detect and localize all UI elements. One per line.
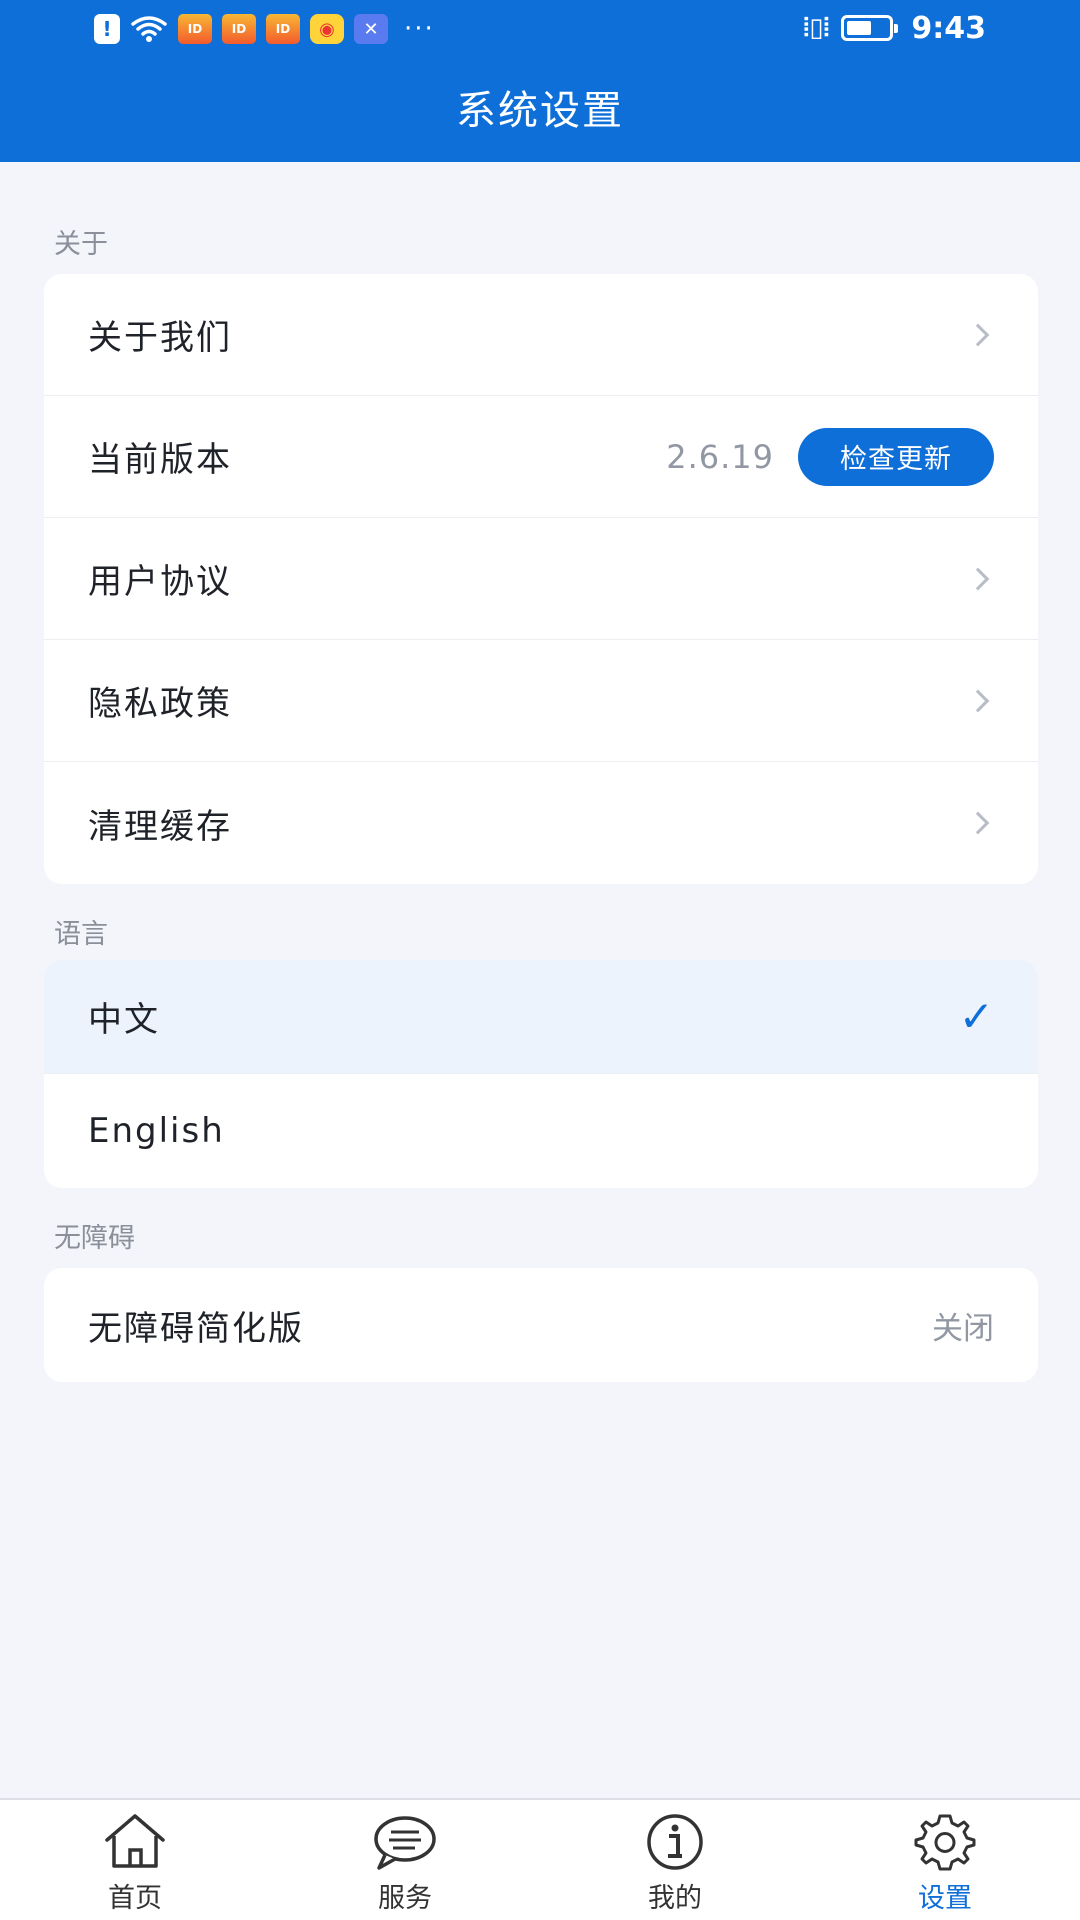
chevron-right-icon bbox=[966, 689, 990, 712]
section-label-about: 关于 bbox=[54, 229, 108, 260]
clear-cache-row[interactable]: 清理缓存 bbox=[44, 762, 1038, 884]
info-icon bbox=[647, 1814, 703, 1870]
row-label: 关于我们 bbox=[88, 318, 232, 358]
battery-level bbox=[847, 21, 872, 35]
version-value: 2.6.19 bbox=[666, 437, 774, 476]
status-bar: ! ID ID ID ◉ ✕ ··· ⦙▯⦙ 9:43 bbox=[0, 0, 1080, 58]
check-update-button[interactable]: 检查更新 bbox=[798, 427, 994, 486]
accessibility-card: 无障碍简化版 关闭 bbox=[44, 1268, 1038, 1382]
language-option-chinese[interactable]: 中文 ✓ bbox=[44, 960, 1038, 1074]
row-label: 中文 bbox=[88, 1000, 160, 1040]
chevron-right-icon bbox=[966, 811, 990, 835]
privacy-policy-row[interactable]: 隐私政策 bbox=[44, 640, 1038, 762]
row-label: 用户协议 bbox=[88, 562, 232, 602]
vibrate-icon: ⦙▯⦙ bbox=[803, 12, 830, 43]
checkmark-icon: ✓ bbox=[958, 992, 994, 1041]
weibo-icon: ◉ bbox=[310, 14, 344, 44]
bottom-nav: 首页 服务 我的 设置 bbox=[0, 1798, 1080, 1920]
app-icon: ID bbox=[266, 14, 300, 44]
language-card: 中文 ✓ English bbox=[44, 960, 1038, 1188]
clock: 9:43 bbox=[911, 10, 986, 46]
x-app-icon: ✕ bbox=[354, 14, 388, 44]
section-label-language: 语言 bbox=[54, 919, 108, 950]
notification-icons: ! ID ID ID ◉ ✕ ··· bbox=[94, 12, 435, 46]
gear-icon bbox=[914, 1814, 976, 1871]
accessibility-status: 关闭 bbox=[932, 1310, 994, 1347]
user-agreement-row[interactable]: 用户协议 bbox=[44, 518, 1038, 640]
language-option-english[interactable]: English bbox=[44, 1074, 1038, 1188]
nav-label: 我的 bbox=[648, 1883, 702, 1914]
nav-item-home[interactable]: 首页 bbox=[0, 1800, 270, 1920]
app-icon: ID bbox=[178, 14, 212, 44]
row-label: 隐私政策 bbox=[88, 684, 232, 724]
about-card: 关于我们 当前版本 2.6.19 检查更新 用户协议 隐私政策 清理缓存 bbox=[44, 274, 1038, 884]
chat-icon bbox=[374, 1816, 436, 1870]
nav-label: 服务 bbox=[378, 1883, 432, 1914]
nav-label: 首页 bbox=[108, 1883, 162, 1914]
battery-icon bbox=[841, 15, 899, 41]
page-title: 系统设置 bbox=[456, 88, 624, 134]
more-dots-icon: ··· bbox=[404, 14, 435, 44]
chevron-right-icon bbox=[966, 323, 990, 346]
nav-item-mine[interactable]: 我的 bbox=[540, 1800, 810, 1920]
chevron-right-icon bbox=[966, 567, 990, 590]
home-icon bbox=[105, 1814, 165, 1868]
row-label: 无障碍简化版 bbox=[88, 1308, 304, 1349]
top-bar: ! ID ID ID ◉ ✕ ··· ⦙▯⦙ 9:43 系统设置 bbox=[0, 0, 1080, 162]
nav-item-service[interactable]: 服务 bbox=[270, 1800, 540, 1920]
current-version-row: 当前版本 2.6.19 检查更新 bbox=[44, 396, 1038, 518]
section-label-accessibility: 无障碍 bbox=[54, 1223, 135, 1254]
accessibility-simplified-row[interactable]: 无障碍简化版 关闭 bbox=[44, 1268, 1038, 1382]
system-indicators: ⦙▯⦙ 9:43 bbox=[803, 8, 986, 48]
wifi-icon bbox=[131, 16, 167, 42]
alert-icon: ! bbox=[94, 14, 120, 44]
row-label: 清理缓存 bbox=[88, 806, 232, 847]
nav-item-settings[interactable]: 设置 bbox=[810, 1800, 1080, 1920]
app-icon: ID bbox=[222, 14, 256, 44]
row-label: English bbox=[88, 1111, 225, 1151]
row-label: 当前版本 bbox=[88, 440, 232, 480]
about-us-row[interactable]: 关于我们 bbox=[44, 274, 1038, 396]
nav-label: 设置 bbox=[918, 1883, 972, 1914]
